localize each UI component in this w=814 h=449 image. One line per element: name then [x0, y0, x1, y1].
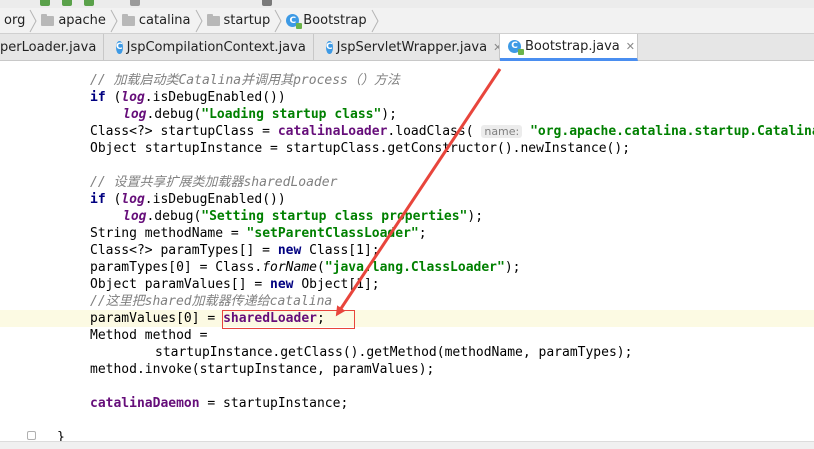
tab-class-loader[interactable]: perLoader.java ✕ [0, 34, 104, 60]
breadcrumb-label: apache [58, 13, 106, 28]
close-icon[interactable]: ✕ [493, 41, 499, 54]
breadcrumb-catalina[interactable]: catalina [118, 8, 203, 33]
editor-tabs: perLoader.java ✕ C JspCompilationContext… [0, 34, 814, 61]
breadcrumb-label: catalina [138, 13, 191, 28]
chevron-right-icon [371, 8, 379, 34]
chevron-right-icon [195, 8, 203, 34]
tab-label: Bootstrap.java [525, 38, 620, 54]
profile-icon[interactable] [84, 0, 94, 6]
breadcrumb-label: org [4, 13, 26, 28]
breadcrumb-bootstrap[interactable]: C Bootstrap [282, 8, 379, 34]
stop-icon[interactable] [130, 0, 140, 6]
tab-bootstrap[interactable]: C Bootstrap.java ✕ [500, 34, 638, 61]
chevron-right-icon [110, 8, 118, 34]
tab-label: perLoader.java [0, 39, 97, 55]
breadcrumb-label: startup [223, 13, 271, 28]
package-folder-icon [206, 13, 220, 26]
debug-icon[interactable] [62, 0, 72, 6]
chevron-right-icon [29, 8, 37, 34]
java-class-icon: C [116, 40, 123, 54]
sdk-icon[interactable] [262, 0, 272, 6]
tab-label: JspCompilationContext.java [126, 39, 306, 55]
code-editor[interactable]: // 加载启动类Catalina并调用其process（）方法 if (log.… [0, 61, 814, 448]
tab-jsp-compilation-context[interactable]: C JspCompilationContext.java ✕ [104, 34, 314, 60]
breadcrumb-label: Bootstrap [303, 13, 367, 28]
tab-jsp-servlet-wrapper[interactable]: C JspServletWrapper.java ✕ [314, 34, 500, 60]
breadcrumb: org apache catalina startup C Bootstrap [0, 8, 814, 34]
package-folder-icon [41, 13, 55, 26]
tab-label: JspServletWrapper.java [336, 39, 488, 55]
java-class-icon: C [326, 40, 333, 54]
breadcrumb-org[interactable]: org [0, 8, 37, 33]
java-class-icon: C [508, 39, 524, 55]
toolbar [0, 0, 814, 8]
annotation-arrow [335, 68, 502, 317]
java-class-icon: C [286, 14, 303, 29]
chevron-right-icon [274, 8, 282, 34]
close-icon[interactable]: ✕ [626, 40, 635, 53]
breadcrumb-apache[interactable]: apache [37, 8, 118, 33]
run-icon[interactable] [40, 0, 50, 6]
breadcrumb-startup[interactable]: startup [203, 8, 283, 33]
package-folder-icon [121, 13, 135, 26]
